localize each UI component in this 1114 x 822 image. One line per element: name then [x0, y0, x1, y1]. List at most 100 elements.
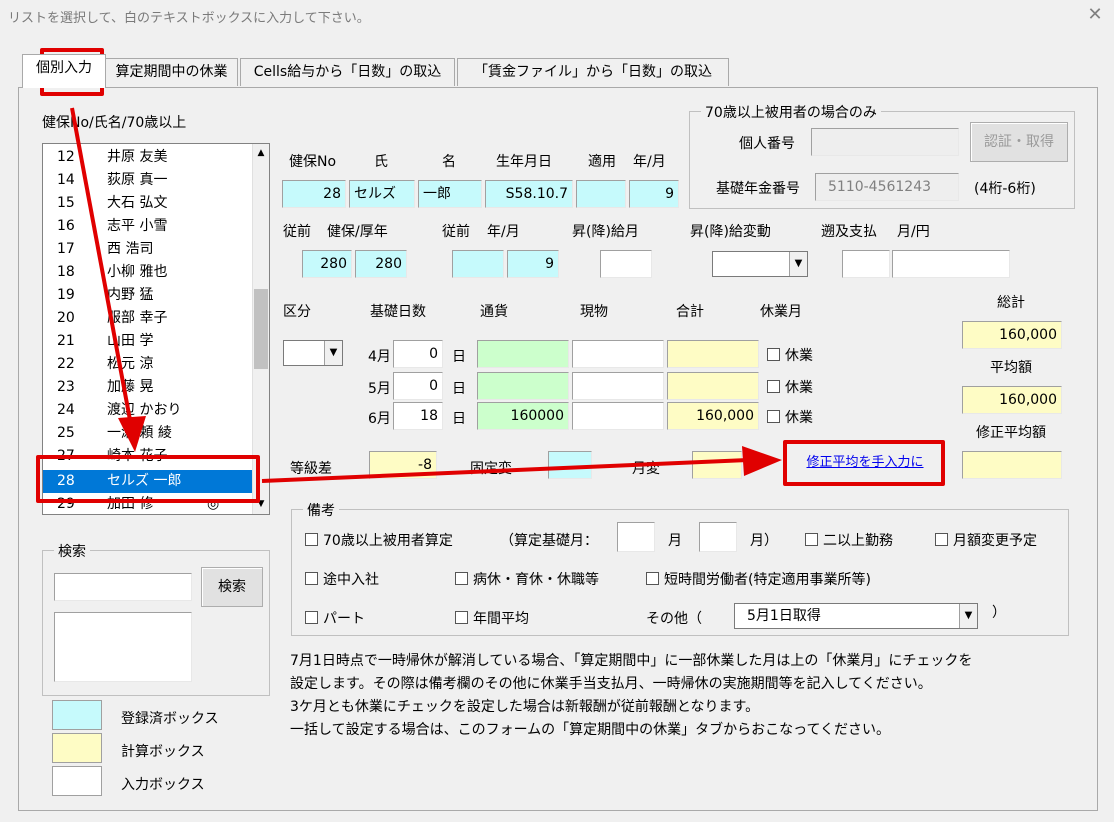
- prev-kosei-field: 280: [355, 250, 407, 278]
- note-line: 7月1日時点で一時帰休が解消している場合、「算定期間中」に一部休業した月は上の「…: [290, 653, 973, 669]
- monthly-change-checkbox[interactable]: 月額変更予定: [935, 532, 1037, 550]
- average-field: 160,000: [962, 386, 1062, 414]
- base-days-input[interactable]: 18: [393, 402, 443, 430]
- row-month-label: 5月: [368, 381, 391, 397]
- list-item[interactable]: 20 服部 幸子: [43, 307, 253, 330]
- annual-average-label: 年間平均: [473, 611, 529, 627]
- checkbox-box[interactable]: [767, 348, 780, 361]
- other-select[interactable]: 5月1日取得 ▼: [734, 603, 978, 629]
- list-item[interactable]: 23 加藤 晃: [43, 376, 253, 399]
- sick-leave-label: 病休・育休・休職等: [473, 572, 599, 588]
- midjoin-checkbox[interactable]: 途中入社: [305, 571, 379, 589]
- header-prev-2: 従前: [442, 224, 470, 240]
- short-time-checkbox[interactable]: 短時間労働者(特定適用事業所等): [646, 571, 871, 589]
- legend-label-registered: 登録済ボックス: [121, 711, 219, 727]
- retro-amount-input[interactable]: [892, 250, 1010, 278]
- fixed-change-field: [548, 451, 592, 479]
- list-item[interactable]: 12 井原 友美: [43, 146, 253, 169]
- grade-diff-label: 等級差: [290, 461, 332, 477]
- annual-average-checkbox[interactable]: 年間平均: [455, 610, 529, 628]
- list-item-no: 23: [57, 379, 75, 395]
- legend-label-calculated: 計算ボックス: [121, 744, 205, 760]
- checkbox-box[interactable]: [305, 533, 318, 546]
- header-kenpo-kosei: 健保/厚年: [327, 224, 388, 240]
- scroll-thumb[interactable]: [254, 289, 268, 369]
- sick-leave-checkbox[interactable]: 病休・育休・休職等: [455, 571, 599, 589]
- close-icon[interactable]: ✕: [1084, 4, 1106, 25]
- tab-individual-input[interactable]: 個別入力: [22, 54, 106, 88]
- over70-calc-checkbox[interactable]: 70歳以上被用者算定: [305, 532, 453, 550]
- other-close: ）: [992, 605, 1006, 621]
- list-item[interactable]: 15 大石 弘文: [43, 192, 253, 215]
- checkbox-box[interactable]: [455, 572, 468, 585]
- annotation-list-highlight: [36, 455, 260, 503]
- list-item-no: 20: [57, 310, 75, 326]
- base-month-2-input[interactable]: [699, 522, 737, 552]
- list-item-name: 西 浩司: [107, 241, 154, 257]
- list-item[interactable]: 17 西 浩司: [43, 238, 253, 261]
- goods-input[interactable]: [572, 340, 664, 368]
- header-total: 合計: [676, 304, 704, 320]
- currency-input[interactable]: [477, 372, 569, 400]
- list-item[interactable]: 22 松元 涼: [43, 353, 253, 376]
- goods-input[interactable]: [572, 402, 664, 430]
- raise-change-select[interactable]: ▼: [712, 251, 808, 277]
- base-days-input[interactable]: 0: [393, 340, 443, 368]
- search-button[interactable]: 検索: [201, 567, 263, 607]
- prev-month-field: 9: [507, 250, 559, 278]
- checkbox-box[interactable]: [646, 572, 659, 585]
- raise-month-input[interactable]: [600, 250, 652, 278]
- checkbox-box[interactable]: [805, 533, 818, 546]
- checkbox-box[interactable]: [305, 611, 318, 624]
- prev-year-field: [452, 250, 504, 278]
- list-item[interactable]: 21 山田 学: [43, 330, 253, 353]
- leave-checkbox[interactable]: 休業: [767, 347, 813, 365]
- list-item[interactable]: 16 志平 小雪: [43, 215, 253, 238]
- fixed-change-label: 固定変: [470, 461, 512, 477]
- part-checkbox[interactable]: パート: [305, 610, 365, 628]
- tab-import-cells-days[interactable]: Cells給与から「日数」の取込: [240, 58, 455, 86]
- checkbox-box[interactable]: [455, 611, 468, 624]
- currency-input[interactable]: 160000: [477, 402, 569, 430]
- base-days-input[interactable]: 0: [393, 372, 443, 400]
- kubun-select[interactable]: ▼: [283, 340, 343, 366]
- scroll-up-icon[interactable]: ▲: [253, 145, 269, 162]
- list-item-name: 井原 友美: [107, 149, 168, 165]
- list-item[interactable]: 18 小柳 雅也: [43, 261, 253, 284]
- retro-month-input[interactable]: [842, 250, 890, 278]
- multi-work-checkbox[interactable]: 二以上勤務: [805, 532, 893, 550]
- header-sei: 氏: [374, 154, 388, 170]
- note-text: 7月1日時点で一時帰休が解消している場合、「算定期間中」に一部休業した月は上の「…: [290, 650, 972, 742]
- checkbox-box[interactable]: [767, 410, 780, 423]
- list-item[interactable]: 24 渡辺 かおり: [43, 399, 253, 422]
- prev-kenpo-field: 280: [302, 250, 352, 278]
- midjoin-label: 途中入社: [323, 572, 379, 588]
- other-label: その他（: [646, 611, 702, 627]
- base-month-1-input[interactable]: [617, 522, 655, 552]
- checkbox-box[interactable]: [767, 380, 780, 393]
- checkbox-box[interactable]: [305, 572, 318, 585]
- goods-input[interactable]: [572, 372, 664, 400]
- list-item-no: 17: [57, 241, 75, 257]
- tab-leave-during-period[interactable]: 算定期間中の休業: [105, 58, 238, 86]
- currency-input[interactable]: [477, 340, 569, 368]
- chevron-down-icon[interactable]: ▼: [789, 252, 807, 276]
- list-item[interactable]: 25 一瀬 頼 綾: [43, 422, 253, 445]
- day-unit: 日: [452, 381, 466, 397]
- search-results-box[interactable]: [54, 612, 192, 682]
- chevron-down-icon[interactable]: ▼: [959, 604, 977, 628]
- list-item[interactable]: 14 荻原 真一: [43, 169, 253, 192]
- leave-checkbox[interactable]: 休業: [767, 379, 813, 397]
- total-field: [667, 340, 759, 368]
- birthdate-field: S58.10.7: [485, 180, 573, 208]
- list-item-no: 16: [57, 218, 75, 234]
- auth-acquire-button[interactable]: 認証・取得: [970, 122, 1068, 162]
- checkbox-box[interactable]: [935, 533, 948, 546]
- list-item[interactable]: 19 内野 猛: [43, 284, 253, 307]
- chevron-down-icon[interactable]: ▼: [324, 341, 342, 365]
- short-time-label: 短時間労働者(特定適用事業所等): [664, 572, 871, 588]
- leave-checkbox[interactable]: 休業: [767, 409, 813, 427]
- mei-field: 一郎: [418, 180, 482, 208]
- tab-import-wage-file-days[interactable]: 「賃金ファイル」から「日数」の取込: [457, 58, 729, 86]
- search-input[interactable]: [54, 573, 192, 601]
